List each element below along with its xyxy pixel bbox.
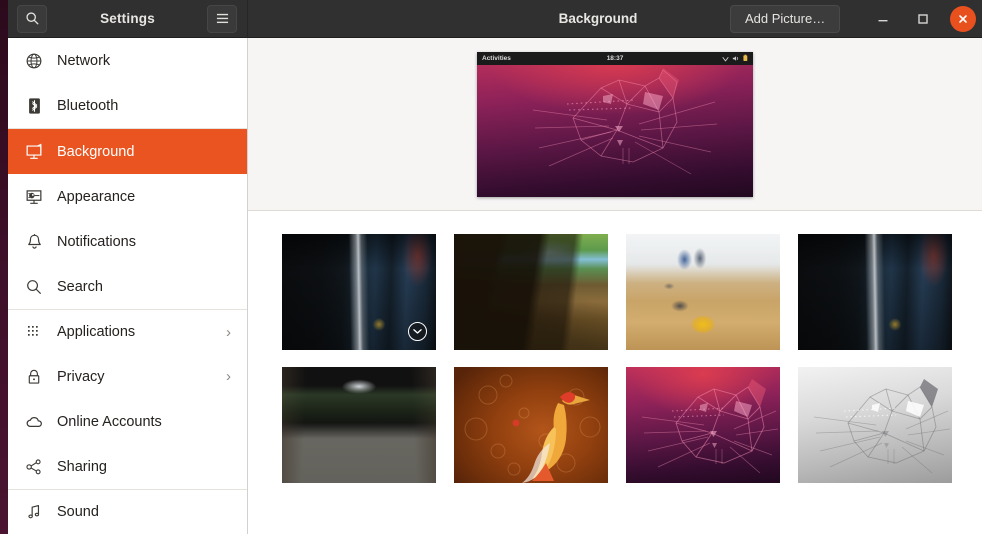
wallpaper-thumbnail[interactable] — [454, 234, 608, 350]
minimize-icon — [878, 19, 888, 21]
wifi-icon — [722, 56, 729, 62]
sidebar-item-label: Network — [57, 52, 111, 69]
background-panel: Activities 18:37 — [248, 38, 982, 534]
focal-fossa-artwork — [532, 67, 718, 174]
hamburger-menu-icon — [216, 13, 228, 24]
cloud-icon — [21, 411, 47, 433]
globe-icon — [21, 50, 47, 72]
wallpaper-image-suspension-bridge — [282, 367, 436, 483]
close-icon — [959, 14, 967, 23]
sidebar-item-label: Background — [57, 143, 135, 160]
sidebar-item-label: Appearance — [57, 188, 136, 205]
sidebar-item-label: Sound — [57, 504, 99, 520]
focal-fossa-dark-artwork — [641, 379, 779, 474]
heron-artwork — [464, 374, 601, 483]
wallpaper-thumbnail[interactable] — [282, 234, 436, 350]
wallpaper-thumbnail[interactable] — [626, 367, 780, 483]
battery-icon — [743, 54, 748, 61]
bell-icon — [21, 231, 47, 253]
monitor-icon — [21, 141, 47, 163]
sidebar-item-applications[interactable]: Applications › — [8, 309, 247, 354]
sidebar-item-search[interactable]: Search — [8, 264, 247, 309]
headerbar-right-section: Background Add Picture… — [248, 0, 982, 38]
system-status-icons — [722, 54, 748, 62]
wallpaper-thumbnail[interactable] — [798, 234, 952, 350]
wallpaper-thumbnail[interactable] — [626, 234, 780, 350]
wallpaper-thumbnail[interactable] — [282, 367, 436, 483]
maximize-button[interactable] — [911, 7, 935, 31]
sidebar-item-privacy[interactable]: Privacy › — [8, 354, 247, 399]
page-title: Background — [558, 11, 638, 26]
maximize-icon — [918, 13, 928, 24]
minimize-button[interactable] — [871, 7, 895, 31]
wallpaper-preview-area: Activities 18:37 — [248, 38, 982, 211]
wallpaper-image-subway-platform-alt — [798, 234, 952, 350]
sidebar-item-background[interactable]: Background — [8, 128, 247, 174]
close-button[interactable] — [950, 5, 976, 32]
chevron-right-icon: › — [226, 368, 231, 385]
sidebar-item-bluetooth[interactable]: Bluetooth — [8, 83, 247, 128]
wallpaper-grid — [282, 234, 982, 483]
wallpaper-image-shuffleboard-table — [626, 234, 780, 350]
headerbar-left-section: Settings — [8, 0, 248, 38]
sidebar-item-notifications[interactable]: Notifications — [8, 219, 247, 264]
focal-fossa-light-artwork — [813, 379, 951, 474]
main-menu-button[interactable] — [207, 4, 237, 33]
sidebar-item-label: Sharing — [57, 458, 107, 475]
wallpaper-image-forest-shadows — [454, 234, 608, 350]
window-body: Network Bluetooth Background Appearance … — [8, 38, 982, 534]
lock-icon — [21, 366, 47, 388]
search-icon — [21, 276, 47, 298]
selected-wallpaper-badge[interactable] — [408, 322, 427, 341]
clock-label: 18:37 — [606, 54, 624, 62]
sidebar-item-label: Online Accounts — [57, 413, 162, 430]
window-headerbar: Settings Background Add Picture… — [8, 0, 982, 38]
sidebar-item-label: Applications — [57, 324, 136, 340]
desktop-preview[interactable]: Activities 18:37 — [477, 51, 753, 197]
sidebar-item-appearance[interactable]: Appearance — [8, 174, 247, 219]
wallpaper-thumbnail[interactable] — [798, 367, 952, 483]
settings-sidebar: Network Bluetooth Background Appearance … — [8, 38, 248, 534]
music-note-icon — [21, 501, 47, 523]
chevron-down-circle-icon — [413, 329, 422, 334]
chevron-right-icon: › — [226, 323, 231, 341]
grid-dots-icon — [21, 321, 47, 343]
appearance-icon — [21, 186, 47, 208]
sidebar-item-label: Search — [57, 278, 103, 295]
bluetooth-icon — [21, 95, 47, 117]
sidebar-item-online-accounts[interactable]: Online Accounts — [8, 399, 247, 444]
sidebar-item-sound[interactable]: Sound — [8, 489, 247, 534]
sidebar-item-label: Bluetooth — [57, 97, 119, 114]
share-nodes-icon — [21, 456, 47, 478]
sidebar-item-label: Notifications — [57, 233, 136, 250]
gnome-top-bar: Activities 18:37 — [477, 51, 753, 65]
sidebar-item-label: Privacy — [57, 368, 105, 385]
settings-window: Settings Background Add Picture… Network… — [8, 0, 982, 534]
add-picture-button[interactable]: Add Picture… — [730, 4, 841, 33]
wallpaper-grid-area — [248, 212, 982, 534]
sidebar-item-network[interactable]: Network — [8, 38, 247, 83]
volume-icon — [732, 55, 739, 61]
desktop-backdrop: Settings Background Add Picture… Network… — [0, 0, 982, 534]
sidebar-item-sharing[interactable]: Sharing — [8, 444, 247, 489]
wallpaper-thumbnail[interactable] — [454, 367, 608, 483]
